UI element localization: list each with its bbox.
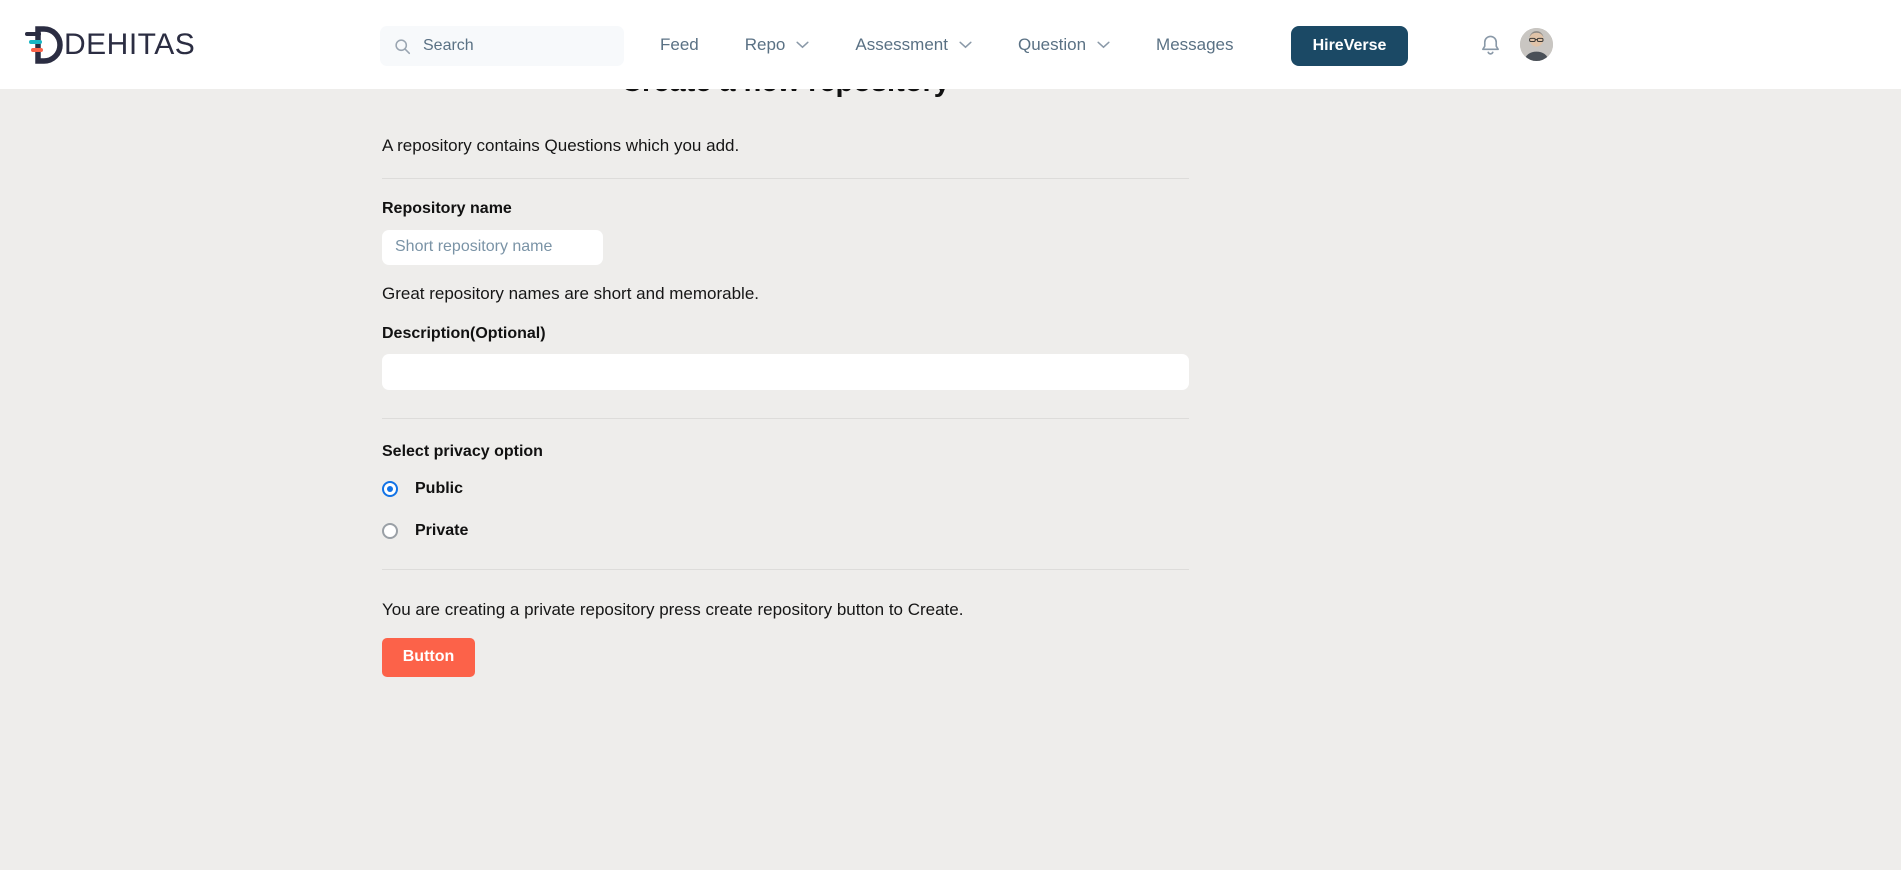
nav-item-label: Repo xyxy=(744,34,786,54)
search-placeholder-text: Search xyxy=(423,37,474,54)
description-input[interactable] xyxy=(382,353,1189,390)
create-repository-button[interactable]: Button xyxy=(382,637,475,677)
user-avatar-icon xyxy=(1520,28,1553,61)
nav-item-label: Messages xyxy=(1156,34,1234,54)
brand-name: DEHITAS xyxy=(64,27,196,61)
divider xyxy=(382,568,1189,570)
repository-name-label: Repository name xyxy=(382,199,512,217)
radio-private-icon[interactable] xyxy=(382,522,398,539)
nav-item-assessment[interactable]: Assessment xyxy=(855,35,972,55)
search-input[interactable]: Search xyxy=(380,26,624,66)
hireverse-button[interactable]: HireVerse xyxy=(1291,26,1408,66)
main-navigation: Feed Repo Assessment Question Messages xyxy=(660,0,1234,89)
search-icon xyxy=(395,38,411,54)
intro-text: A repository contains Questions which yo… xyxy=(382,135,740,155)
description-label: Description(Optional) xyxy=(382,324,546,342)
divider xyxy=(382,177,1189,179)
avatar[interactable] xyxy=(1520,28,1553,61)
radio-option-public[interactable]: Public xyxy=(382,480,1189,498)
radio-option-label: Private xyxy=(415,521,469,539)
brand-logo[interactable]: DEHITAS xyxy=(22,22,195,68)
dehitas-speed-d-logo-icon xyxy=(25,25,63,64)
nav-item-feed[interactable]: Feed xyxy=(660,35,699,55)
bell-icon[interactable] xyxy=(1480,34,1501,57)
chevron-down-icon xyxy=(796,41,809,48)
radio-option-private[interactable]: Private xyxy=(382,522,1189,540)
page-title: Create a new repository xyxy=(382,89,1189,100)
radio-option-label: Public xyxy=(415,479,464,497)
repository-name-helper: Great repository names are short and mem… xyxy=(382,283,760,303)
create-repository-form: Create a new repository A repository con… xyxy=(382,89,1189,677)
top-header: DEHITAS Search Feed Repo Assessment Ques… xyxy=(0,0,1901,89)
radio-public-icon[interactable] xyxy=(382,480,398,497)
nav-item-label: Assessment xyxy=(855,34,948,54)
nav-item-repo[interactable]: Repo xyxy=(745,35,810,55)
chevron-down-icon xyxy=(959,41,972,48)
privacy-option-label: Select privacy option xyxy=(382,442,543,460)
nav-item-label: Question xyxy=(1017,34,1087,54)
nav-item-question[interactable]: Question xyxy=(1018,35,1110,55)
page-body: Create a new repository A repository con… xyxy=(0,89,1901,870)
chevron-down-icon xyxy=(1097,41,1110,48)
status-text: You are creating a private repository pr… xyxy=(382,599,964,619)
nav-item-messages[interactable]: Messages xyxy=(1156,35,1233,55)
nav-item-label: Feed xyxy=(660,34,699,54)
divider xyxy=(382,417,1189,419)
repository-name-input[interactable] xyxy=(382,229,603,265)
